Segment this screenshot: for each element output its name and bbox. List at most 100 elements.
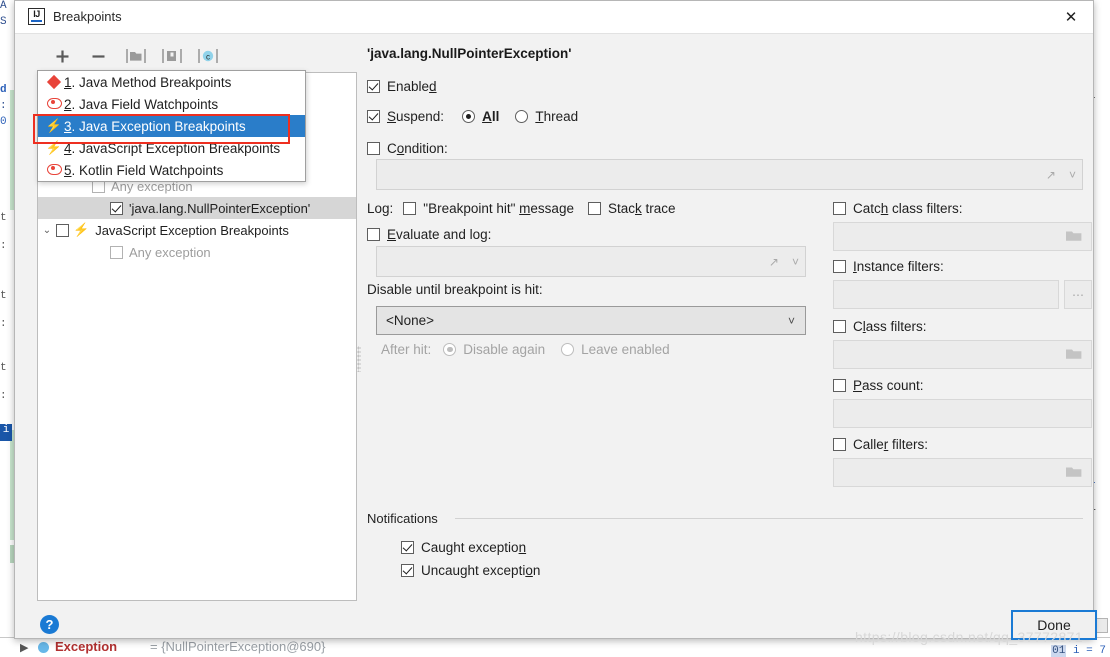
caught-exception-row[interactable]: Caught exception <box>401 540 526 555</box>
log-stack-trace-checkbox[interactable] <box>587 202 601 215</box>
chevron-down-icon[interactable]: ˅ <box>1069 168 1076 182</box>
tree-row[interactable]: Any exception <box>38 241 356 263</box>
expand-icon[interactable]: ↗ <box>1046 168 1056 182</box>
condition-input[interactable]: ↗ ˅ <box>376 159 1083 190</box>
suspend-all-label: All <box>482 109 500 124</box>
editor-code-line: 01 i = 7 <box>1051 645 1106 657</box>
caller-filters-row[interactable]: Caller filters: <box>833 437 928 452</box>
tree-row[interactable]: 'java.lang.NullPointerException' <box>38 197 356 219</box>
folder-icon[interactable] <box>1065 346 1083 363</box>
editor-text-fragment: : <box>0 318 7 330</box>
uncaught-exception-checkbox[interactable] <box>401 564 414 577</box>
menu-item-java-exception-breakpoints[interactable]: ⚡ 3. Java Exception Breakpoints <box>38 115 305 137</box>
catch-class-filters-row[interactable]: Catch class filters: <box>833 201 963 216</box>
breakpoints-dialog: IJ Breakpoints ✕ c Any exception 'java.l… <box>14 0 1097 640</box>
chevron-down-icon[interactable]: ˅ <box>792 255 799 269</box>
menu-item-java-field-watchpoints[interactable]: 2. Java Field Watchpoints <box>38 93 305 115</box>
menu-item-javascript-exception-breakpoints[interactable]: ⚡ 4. JavaScript Exception Breakpoints <box>38 137 305 159</box>
log-prefix-label: Log: <box>367 201 394 216</box>
class-filters-input[interactable] <box>833 340 1092 369</box>
menu-item-label: 2. Java Field Watchpoints <box>64 96 219 112</box>
caller-filters-input[interactable] <box>833 458 1092 487</box>
enabled-row[interactable]: Enabled <box>367 79 437 94</box>
tree-item-label: Any exception <box>129 244 211 260</box>
notifications-group-title: Notifications <box>367 511 446 526</box>
pass-count-checkbox[interactable] <box>833 379 846 392</box>
disable-until-dropdown[interactable]: <None> ˅ <box>376 306 806 335</box>
svg-text:c: c <box>206 52 210 61</box>
menu-item-label: 3. Java Exception Breakpoints <box>64 118 246 134</box>
menu-item-label: 1. Java Method Breakpoints <box>64 74 232 90</box>
editor-selection-highlight: i <box>0 424 12 441</box>
chevron-down-icon: ˅ <box>787 313 795 328</box>
caller-filters-label: Caller filters: <box>853 437 929 452</box>
after-hit-disable-again-label: Disable again <box>463 342 546 357</box>
plus-icon <box>56 50 68 62</box>
catch-class-filters-checkbox[interactable] <box>833 202 846 215</box>
breakpoint-type-menu[interactable]: 1. Java Method Breakpoints 2. Java Field… <box>37 70 306 182</box>
evaluate-and-log-input[interactable]: ↗ ˅ <box>376 246 806 277</box>
bolt-icon: ⚡ <box>73 222 90 237</box>
suspend-checkbox[interactable] <box>367 110 380 123</box>
add-breakpoint-button[interactable] <box>49 43 75 69</box>
catch-class-filters-input[interactable] <box>833 222 1092 251</box>
editor-text-fragment: : <box>0 100 7 112</box>
log-row: Log: "Breakpoint hit" message Stack trac… <box>367 201 676 216</box>
instance-filters-browse-button[interactable]: ⋯ <box>1064 280 1092 309</box>
editor-text-fragment: : <box>0 240 7 252</box>
folder-icon[interactable] <box>1065 464 1083 481</box>
caught-exception-checkbox[interactable] <box>401 541 414 554</box>
breakpoints-toolbar: c <box>35 43 355 69</box>
npe-breakpoint-checkbox[interactable] <box>110 201 123 215</box>
evaluate-and-log-checkbox[interactable] <box>367 228 380 241</box>
close-icon[interactable]: ✕ <box>1049 1 1093 32</box>
class-filters-row[interactable]: Class filters: <box>833 319 927 334</box>
pass-count-row[interactable]: Pass count: <box>833 378 924 393</box>
variable-icon <box>38 642 49 653</box>
group-divider <box>455 518 1083 519</box>
js-any-exception-checkbox[interactable] <box>110 245 123 259</box>
mute-breakpoints-button[interactable]: c <box>195 43 221 69</box>
pass-count-label: Pass count: <box>853 378 924 393</box>
remove-breakpoint-button[interactable] <box>85 43 111 69</box>
caught-exception-label: Caught exception <box>421 540 527 555</box>
group-breakpoints-button[interactable] <box>123 43 149 69</box>
folder-icon[interactable] <box>1065 228 1083 245</box>
suspend-all-radio[interactable] <box>462 110 476 123</box>
caller-filters-checkbox[interactable] <box>833 438 846 451</box>
instance-filters-checkbox[interactable] <box>833 260 846 273</box>
uncaught-exception-row[interactable]: Uncaught exception <box>401 563 540 578</box>
pane-splitter[interactable] <box>357 346 361 372</box>
class-filters-checkbox[interactable] <box>833 320 846 333</box>
condition-row[interactable]: Condition: <box>367 141 448 156</box>
class-filters-label: Class filters: <box>853 319 927 334</box>
editor-text-fragment: 0 <box>0 116 7 128</box>
after-hit-leave-enabled-label: Leave enabled <box>581 342 670 357</box>
instance-filters-row[interactable]: Instance filters: <box>833 259 944 274</box>
folder-move-icon <box>162 49 182 63</box>
menu-item-label: 4. JavaScript Exception Breakpoints <box>64 140 281 156</box>
enabled-checkbox[interactable] <box>367 80 380 93</box>
pass-count-input[interactable] <box>833 399 1092 428</box>
editor-text-fragment: S <box>0 16 7 28</box>
expand-icon[interactable]: ↗ <box>769 255 779 269</box>
menu-item-kotlin-field-watchpoints[interactable]: 5. Kotlin Field Watchpoints <box>38 159 305 181</box>
menu-item-java-method-breakpoints[interactable]: 1. Java Method Breakpoints <box>38 71 305 93</box>
move-to-group-button[interactable] <box>159 43 185 69</box>
condition-checkbox[interactable] <box>367 142 380 155</box>
instance-filters-input[interactable] <box>833 280 1059 309</box>
log-message-checkbox[interactable] <box>403 202 417 215</box>
disable-until-label-row: Disable until breakpoint is hit: <box>367 282 543 297</box>
tree-row[interactable]: ⌄ ⚡ JavaScript Exception Breakpoints <box>38 219 356 241</box>
javascript-exception-group-checkbox[interactable] <box>56 223 69 237</box>
evaluate-and-log-row[interactable]: Evaluate and log: <box>367 227 491 242</box>
instance-filters-label: Instance filters: <box>853 259 944 274</box>
suspend-thread-radio[interactable] <box>515 110 529 123</box>
suspend-label: Suspend: <box>387 109 445 124</box>
after-hit-row: After hit: Disable again Leave enabled <box>381 342 670 357</box>
expand-arrow-icon: ▶ <box>20 642 29 654</box>
help-button[interactable]: ? <box>40 615 59 634</box>
chevron-down-icon[interactable]: ⌄ <box>38 225 56 236</box>
suspend-row[interactable]: Suspend: All Thread <box>367 109 578 124</box>
breakpoint-details-pane: 'java.lang.NullPointerException' Enabled… <box>357 41 1092 601</box>
